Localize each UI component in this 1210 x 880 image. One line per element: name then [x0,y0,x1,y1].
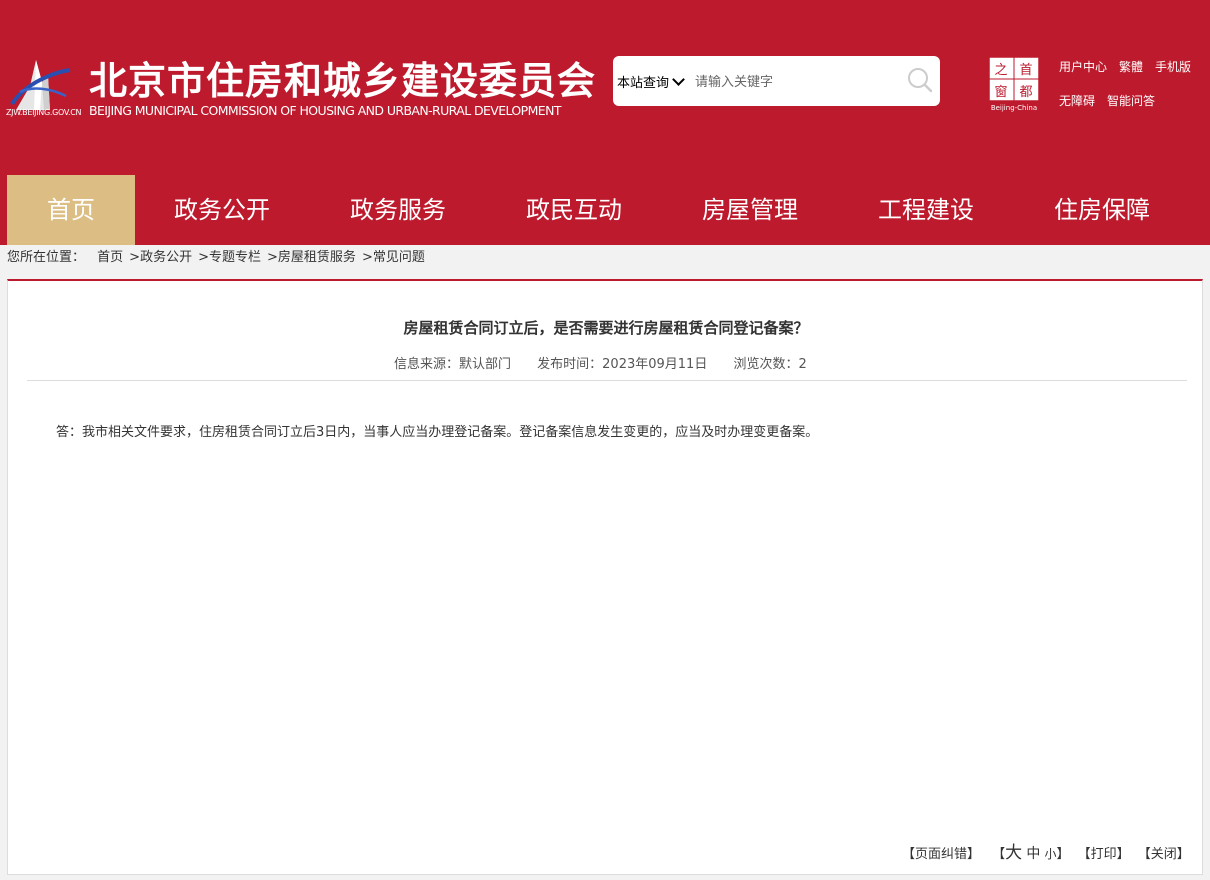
nav-public-interaction[interactable]: 政民互动 [510,175,638,245]
svg-text:之: 之 [994,63,1007,78]
nav-housing-security[interactable]: 住房保障 [1038,175,1166,245]
svg-text:Beijing-China: Beijing-China [991,104,1037,112]
nav-engineering-construction[interactable]: 工程建设 [862,175,990,245]
svg-text:都: 都 [1019,85,1032,100]
site-header: ZJW.BEIJING.GOV.CN 北京市住房和城乡建设委员会 BEIJING… [0,0,1210,175]
breadcrumb-separator: > [267,250,278,265]
search-scope-select[interactable]: 本站查询 [617,72,685,91]
divider [27,380,1187,381]
article-views: 浏览次数：2 [733,357,807,372]
traditional-chinese-link[interactable]: 繁體 [1119,58,1143,75]
page-tools: 【页面纠错】 【大 中 小】 【打印】 【关闭】 [902,838,1190,863]
font-size-close-bracket: 】 [1056,847,1070,862]
breadcrumb-separator: > [361,250,373,265]
logo-url: ZJW.BEIJING.GOV.CN [6,108,82,117]
nav-government-services[interactable]: 政务服务 [334,175,462,245]
font-size-medium-button[interactable]: 中 [1026,846,1040,862]
nav-government-affairs[interactable]: 政务公开 [158,175,286,245]
font-size-open-bracket: 【 [992,847,1006,862]
site-subtitle: BEIJING MUNICIPAL COMMISSION OF HOUSING … [89,103,561,118]
breadcrumb-label: 您所在位置： [7,250,86,265]
main-nav: 首页 政务公开 政务服务 政民互动 房屋管理 工程建设 住房保障 [0,175,1210,245]
svg-text:窗: 窗 [994,84,1007,100]
nav-housing-management[interactable]: 房屋管理 [686,175,814,245]
site-title[interactable]: 北京市住房和城乡建设委员会 [89,50,596,105]
breadcrumb-home[interactable]: 首页 [97,250,123,265]
font-size-small-button[interactable]: 小 [1044,847,1056,861]
chevron-down-icon [672,73,685,86]
nav-home[interactable]: 首页 [7,175,135,245]
svg-text:首: 首 [1019,63,1032,78]
user-center-link[interactable]: 用户中心 [1059,58,1107,75]
article-title: 房屋租赁合同订立后，是否需要进行房屋租赁合同登记备案？ [403,319,809,337]
breadcrumb-separator: > [198,250,209,265]
article-meta: 信息来源：默认部门 发布时间：2023年09月11日 浏览次数：2 [394,353,807,372]
search-scope-label: 本站查询 [617,76,670,91]
breadcrumb-rental-services[interactable]: 房屋租赁服务 [278,250,356,265]
page-correction-link[interactable]: 【页面纠错】 [902,847,980,862]
breadcrumb-special-topics[interactable]: 专题专栏 [209,250,261,265]
font-size-large-button[interactable]: 大 [1005,843,1022,863]
search-icon[interactable] [906,66,934,94]
breadcrumb-government-affairs[interactable]: 政务公开 [140,250,192,265]
mobile-version-link[interactable]: 手机版 [1155,58,1191,75]
accessibility-link[interactable]: 无障碍 [1059,92,1095,109]
article-panel: 房屋租赁合同订立后，是否需要进行房屋租赁合同登记备案？ 信息来源：默认部门 发布… [7,279,1203,875]
article-body: 答：我市相关文件要求，住房租赁合同订立后3日内，当事人应当办理登记备案。登记备案… [56,425,819,440]
search-input[interactable] [693,71,897,93]
breadcrumb: 您所在位置： 首页 >政务公开 >专题专栏 >房屋租赁服务 >常见问题 [7,246,425,266]
print-link[interactable]: 【打印】 [1078,847,1130,862]
article-source: 信息来源：默认部门 [394,357,512,372]
breadcrumb-faq[interactable]: 常见问题 [373,250,425,265]
breadcrumb-separator: > [129,250,141,265]
close-link[interactable]: 【关闭】 [1138,847,1190,862]
article-date: 发布时间：2023年09月11日 [537,357,708,372]
capital-window-icon[interactable]: 首 都 之 窗 Beijing-China [986,56,1042,112]
smart-qa-link[interactable]: 智能问答 [1107,92,1155,109]
search-box: 本站查询 [613,56,940,106]
